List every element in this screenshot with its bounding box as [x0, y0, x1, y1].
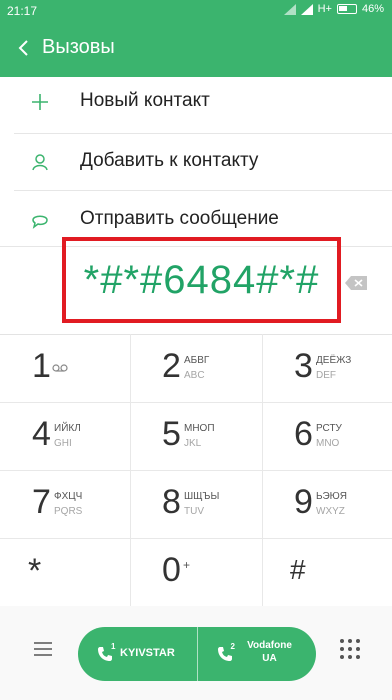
- key-letters-ru: ЬЭЮЯ: [316, 491, 347, 502]
- key-digit: 5: [162, 415, 181, 453]
- call-sim1-button[interactable]: 1 KYIVSTAR: [78, 627, 197, 681]
- key-3[interactable]: 3 ДЕЁЖЗ DEF: [262, 334, 392, 402]
- sim-number: 1: [111, 642, 116, 651]
- key-digit: *: [28, 552, 42, 590]
- key-star[interactable]: *: [0, 538, 130, 606]
- key-plus: +: [183, 558, 191, 572]
- sim2-label: Vodafone UA: [247, 640, 292, 664]
- app-header: 21:17 H+ 46% Вызовы: [0, 0, 392, 77]
- person-icon: [32, 154, 48, 171]
- back-arrow-icon[interactable]: [12, 36, 36, 60]
- dialed-number: *#*#6484#*#: [83, 258, 320, 302]
- key-5[interactable]: 5 МНОП JKL: [130, 402, 260, 470]
- battery-percent: 46%: [361, 3, 384, 15]
- call-button-group: 1 KYIVSTAR 2 Vodafone UA: [78, 627, 316, 681]
- status-bar: 21:17 H+ 46%: [0, 0, 392, 22]
- status-icons: H+ 46%: [283, 3, 384, 15]
- new-contact-label: Новый контакт: [80, 90, 210, 111]
- add-to-contact-label: Добавить к контакту: [80, 150, 259, 171]
- backspace-icon[interactable]: [344, 275, 368, 291]
- new-contact-row[interactable]: Новый контакт: [0, 72, 392, 132]
- key-7[interactable]: 7 ФХЦЧ PQRS: [0, 470, 130, 538]
- sim-number: 2: [230, 642, 235, 651]
- battery-icon: [336, 4, 357, 14]
- key-2[interactable]: 2 АБВГ ABC: [130, 334, 260, 402]
- key-letters-ru: ИЙКЛ: [54, 423, 81, 434]
- menu-icon[interactable]: [34, 642, 52, 656]
- signal-icon: [283, 3, 296, 15]
- page-title: Вызовы: [42, 36, 115, 58]
- key-9[interactable]: 9 ЬЭЮЯ WXYZ: [262, 470, 392, 538]
- status-time: 21:17: [7, 4, 38, 18]
- key-letters-ru: ДЕЁЖЗ: [316, 355, 352, 366]
- key-digit: 3: [294, 347, 313, 385]
- key-digit: 4: [32, 415, 51, 453]
- key-6[interactable]: 6 РСТУ MNO: [262, 402, 392, 470]
- plus-icon: [32, 94, 48, 110]
- key-letters-ru: ФХЦЧ: [54, 491, 83, 502]
- key-digit: 0: [162, 551, 181, 589]
- key-letters-en: DEF: [316, 370, 336, 381]
- key-letters-ru: ШЩЪЫ: [184, 491, 220, 502]
- key-letters-ru: МНОП: [184, 423, 215, 434]
- key-4[interactable]: 4 ИЙКЛ GHI: [0, 402, 130, 470]
- dialpad-icon[interactable]: [339, 638, 361, 660]
- signal-icon-2: [300, 3, 313, 15]
- key-letters-en: GHI: [54, 438, 72, 449]
- voicemail-icon: [52, 364, 68, 372]
- sim1-label: KYIVSTAR: [120, 647, 175, 659]
- key-letters-en: ABC: [184, 370, 205, 381]
- key-letters-ru: АБВГ: [184, 355, 210, 366]
- key-letters-en: PQRS: [54, 506, 83, 517]
- key-digit: #: [290, 554, 306, 585]
- key-letters-ru: РСТУ: [316, 423, 342, 434]
- call-sim2-button[interactable]: 2 Vodafone UA: [196, 627, 317, 681]
- key-digit: 1: [32, 347, 51, 385]
- key-letters-en: JKL: [184, 438, 202, 449]
- send-message-label: Отправить сообщение: [80, 208, 279, 229]
- network-type: H+: [317, 3, 332, 15]
- message-icon: [32, 215, 48, 229]
- key-digit: 8: [162, 483, 181, 521]
- key-digit: 2: [162, 347, 181, 385]
- key-digit: 7: [32, 483, 51, 521]
- key-digit: 6: [294, 415, 313, 453]
- key-letters-en: TUV: [184, 506, 204, 517]
- key-8[interactable]: 8 ШЩЪЫ TUV: [130, 470, 260, 538]
- key-1[interactable]: 1: [0, 334, 130, 402]
- key-letters-en: MNO: [316, 438, 340, 449]
- key-hash[interactable]: #: [262, 538, 392, 606]
- add-to-contact-row[interactable]: Добавить к контакту: [0, 132, 392, 192]
- key-letters-en: WXYZ: [316, 506, 345, 517]
- key-0[interactable]: 0 +: [130, 538, 260, 606]
- key-digit: 9: [294, 483, 313, 521]
